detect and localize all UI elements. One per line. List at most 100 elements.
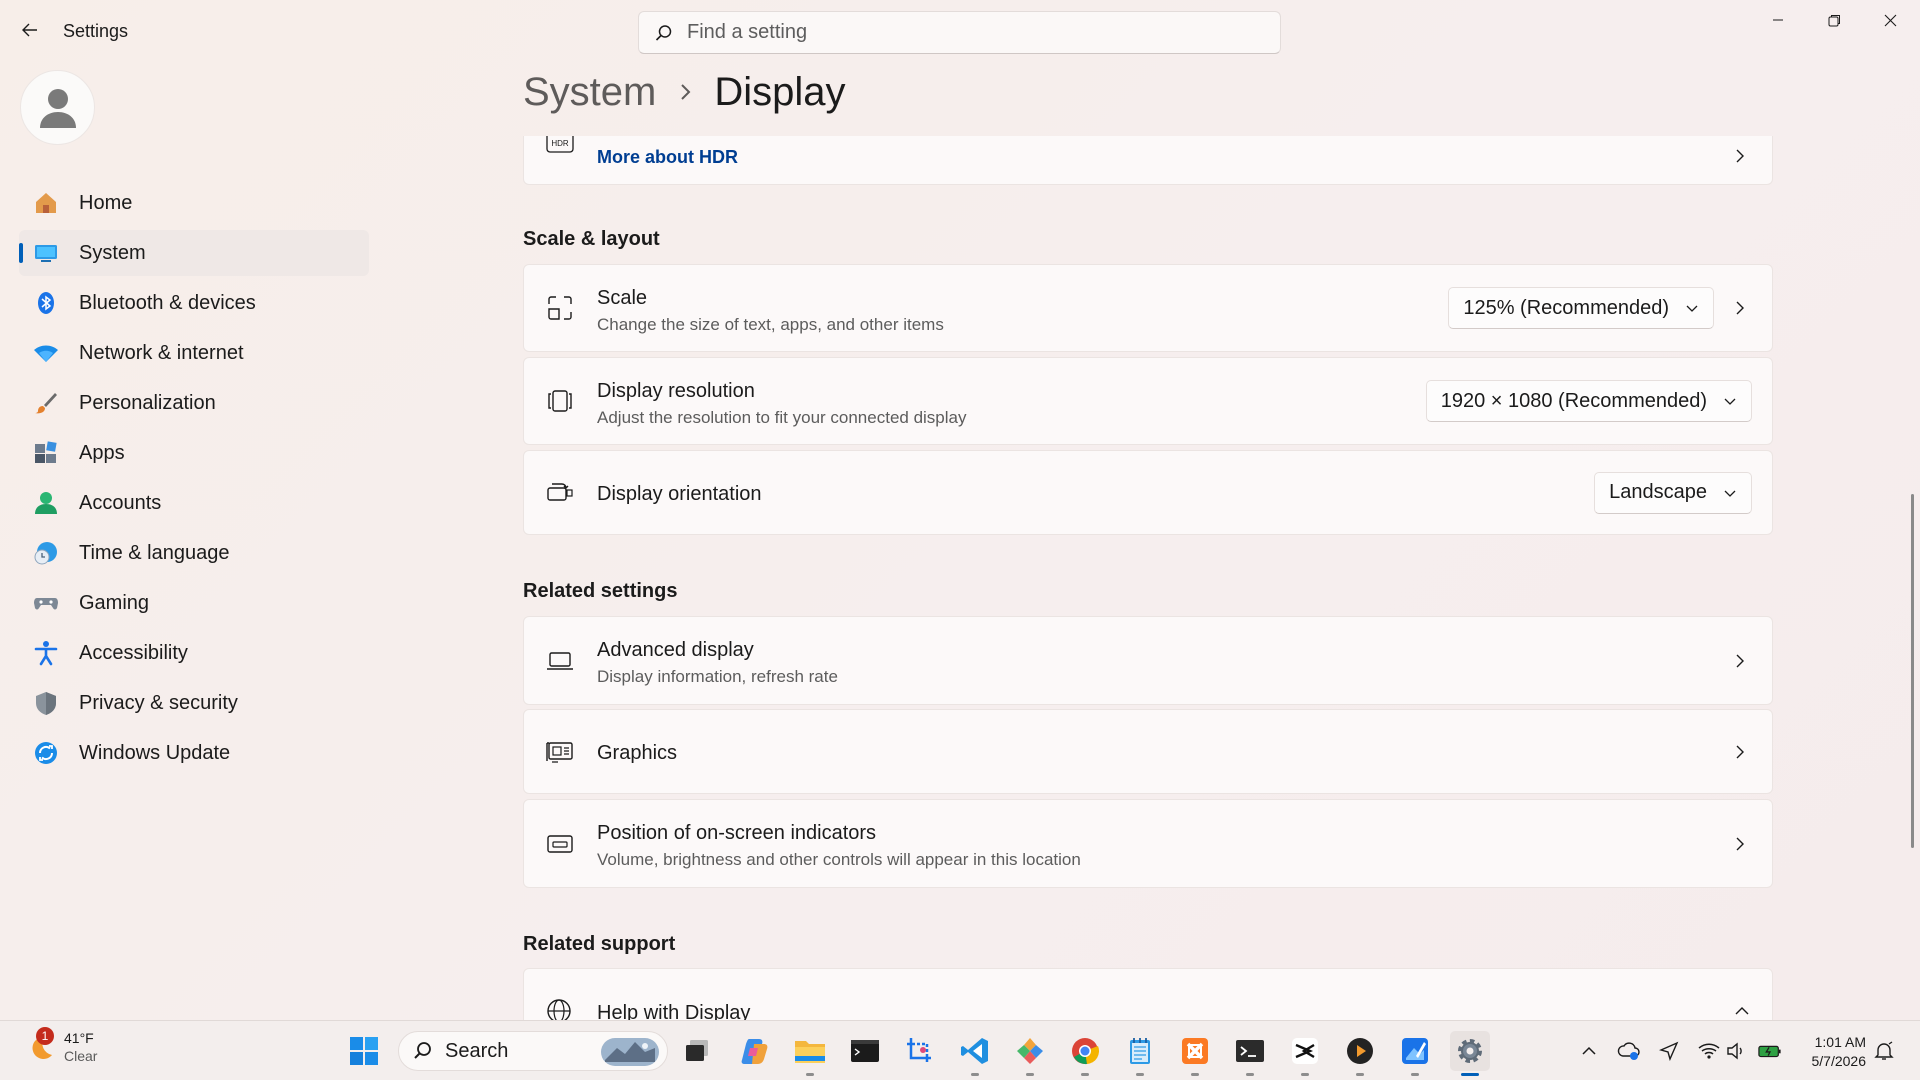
- close-button[interactable]: [1862, 0, 1918, 40]
- resolution-desc: Adjust the resolution to fit your connec…: [597, 408, 967, 427]
- notepad-button[interactable]: [1120, 1031, 1160, 1076]
- battery-charging-icon[interactable]: [1758, 1039, 1782, 1063]
- sidebar-item-windows-update[interactable]: Windows Update: [19, 730, 369, 776]
- hdr-card[interactable]: HDR More about HDR: [523, 136, 1773, 185]
- sidebar-item-label: Time & language: [79, 541, 230, 564]
- orientation-card: Display orientation Landscape: [523, 450, 1773, 535]
- advanced-display-card[interactable]: Advanced display Display information, re…: [523, 616, 1773, 705]
- location-icon[interactable]: [1657, 1039, 1681, 1063]
- restore-button[interactable]: [1806, 0, 1862, 40]
- moon-weather-icon: 1: [24, 1027, 56, 1063]
- snipping-tool-button[interactable]: [900, 1031, 940, 1071]
- sidebar-item-accessibility[interactable]: Accessibility: [19, 630, 369, 676]
- sidebar-item-accounts[interactable]: Accounts: [19, 480, 369, 526]
- weather-widget[interactable]: 1 41°F Clear: [24, 1027, 97, 1065]
- search-highlight-icon: [601, 1038, 659, 1071]
- system-clock[interactable]: 1:01 AM 5/7/2026: [1800, 1033, 1867, 1071]
- sidebar-item-personalization[interactable]: Personalization: [19, 380, 369, 426]
- minimize-icon: [1773, 19, 1783, 21]
- photos-app-button[interactable]: [1395, 1031, 1435, 1076]
- photo-editor-icon: [1402, 1038, 1428, 1064]
- scale-dropdown[interactable]: 125% (Recommended): [1448, 287, 1714, 329]
- vscode-icon: [961, 1038, 988, 1064]
- task-view-icon: [686, 1040, 708, 1061]
- bluetooth-icon: [33, 290, 59, 316]
- scrollbar-thumb[interactable]: [1911, 494, 1914, 848]
- chevron-right-icon[interactable]: [1730, 298, 1750, 318]
- onedrive-status-icon[interactable]: [1617, 1039, 1641, 1063]
- vscode-button[interactable]: [955, 1031, 995, 1076]
- orientation-icon: [546, 479, 574, 507]
- settings-app-button[interactable]: [1450, 1031, 1490, 1076]
- sidebar-item-apps[interactable]: Apps: [19, 430, 369, 476]
- task-view-button[interactable]: [677, 1031, 717, 1071]
- sidebar-item-system[interactable]: System: [19, 230, 369, 276]
- notification-bell-icon[interactable]: [1872, 1039, 1896, 1063]
- chevron-right-icon: [678, 77, 692, 108]
- scale-card[interactable]: Scale Change the size of text, apps, and…: [523, 264, 1773, 352]
- resolution-title: Display resolution: [597, 380, 755, 402]
- more-about-hdr-link[interactable]: More about HDR: [597, 147, 738, 168]
- sidebar-item-label: Network & internet: [79, 341, 244, 364]
- chrome-icon: [1072, 1038, 1100, 1065]
- play-icon: [1347, 1038, 1373, 1064]
- wifi-icon: [33, 340, 59, 366]
- sidebar-item-label: System: [79, 241, 146, 264]
- sidebar-nav: Home System Bluetooth & devices Network …: [19, 180, 369, 780]
- start-button[interactable]: [344, 1031, 384, 1071]
- title-bar: Settings: [0, 0, 1920, 64]
- chevron-right-icon: [1730, 146, 1750, 166]
- xampp-button[interactable]: [1175, 1031, 1215, 1076]
- resolution-dropdown[interactable]: 1920 × 1080 (Recommended): [1425, 380, 1752, 422]
- sidebar-item-privacy[interactable]: Privacy & security: [19, 680, 369, 726]
- sidebar-item-network[interactable]: Network & internet: [19, 330, 369, 376]
- sidebar-item-home[interactable]: Home: [19, 180, 369, 226]
- graphics-card[interactable]: Graphics: [523, 709, 1773, 794]
- laptop-icon: [546, 647, 574, 675]
- chrome-button[interactable]: [1065, 1031, 1105, 1076]
- gemini-app-button[interactable]: [1010, 1031, 1050, 1076]
- on-screen-indicators-desc: Volume, brightness and other controls wi…: [597, 850, 1081, 869]
- sidebar-item-label: Gaming: [79, 591, 150, 614]
- scale-title: Scale: [597, 287, 648, 309]
- terminal-preview-button[interactable]: [845, 1031, 885, 1071]
- minimize-button[interactable]: [1750, 0, 1806, 40]
- user-avatar[interactable]: [20, 70, 95, 145]
- taskbar: 1 41°F Clear Search 1:01 AM 5/7/2026: [0, 1020, 1920, 1080]
- copilot-button[interactable]: [735, 1031, 775, 1071]
- terminal-window-icon: [851, 1040, 879, 1062]
- orientation-dropdown[interactable]: Landscape: [1594, 471, 1752, 514]
- terminal-button[interactable]: [1230, 1031, 1270, 1076]
- capcut-button[interactable]: [1285, 1031, 1325, 1076]
- settings-search-box[interactable]: [638, 11, 1281, 54]
- on-screen-indicators-card[interactable]: Position of on-screen indicators Volume,…: [523, 799, 1773, 888]
- wifi-status-icon[interactable]: [1697, 1039, 1721, 1063]
- breadcrumb: System Display: [523, 70, 846, 115]
- back-button[interactable]: [14, 14, 46, 46]
- chevron-down-icon: [1723, 486, 1737, 500]
- sidebar-item-label: Privacy & security: [79, 691, 238, 714]
- xampp-icon: [1182, 1038, 1208, 1064]
- sidebar-item-label: Bluetooth & devices: [79, 291, 256, 314]
- breadcrumb-parent[interactable]: System: [523, 70, 656, 115]
- accessibility-icon: [33, 640, 59, 666]
- tray-overflow-chevron-icon[interactable]: [1577, 1039, 1601, 1063]
- sidebar-item-bluetooth[interactable]: Bluetooth & devices: [19, 280, 369, 326]
- sidebar-item-time-language[interactable]: Time & language: [19, 530, 369, 576]
- clock-globe-icon: [33, 540, 59, 566]
- gamepad-icon: [33, 590, 59, 616]
- snip-icon: [907, 1038, 931, 1064]
- file-explorer-button[interactable]: [790, 1031, 830, 1076]
- taskbar-search[interactable]: Search: [398, 1031, 668, 1071]
- volume-icon[interactable]: [1724, 1039, 1748, 1063]
- chevron-right-icon: [1730, 742, 1750, 762]
- scale-desc: Change the size of text, apps, and other…: [597, 315, 944, 334]
- sidebar-item-gaming[interactable]: Gaming: [19, 580, 369, 626]
- update-icon: [33, 740, 59, 766]
- chevron-down-icon: [1685, 301, 1699, 315]
- on-screen-indicators-title: Position of on-screen indicators: [597, 822, 877, 844]
- media-player-button[interactable]: [1340, 1031, 1380, 1076]
- help-with-display-card[interactable]: Help with Display: [523, 968, 1773, 1020]
- search-input[interactable]: [687, 21, 1247, 44]
- sidebar-item-label: Personalization: [79, 391, 216, 414]
